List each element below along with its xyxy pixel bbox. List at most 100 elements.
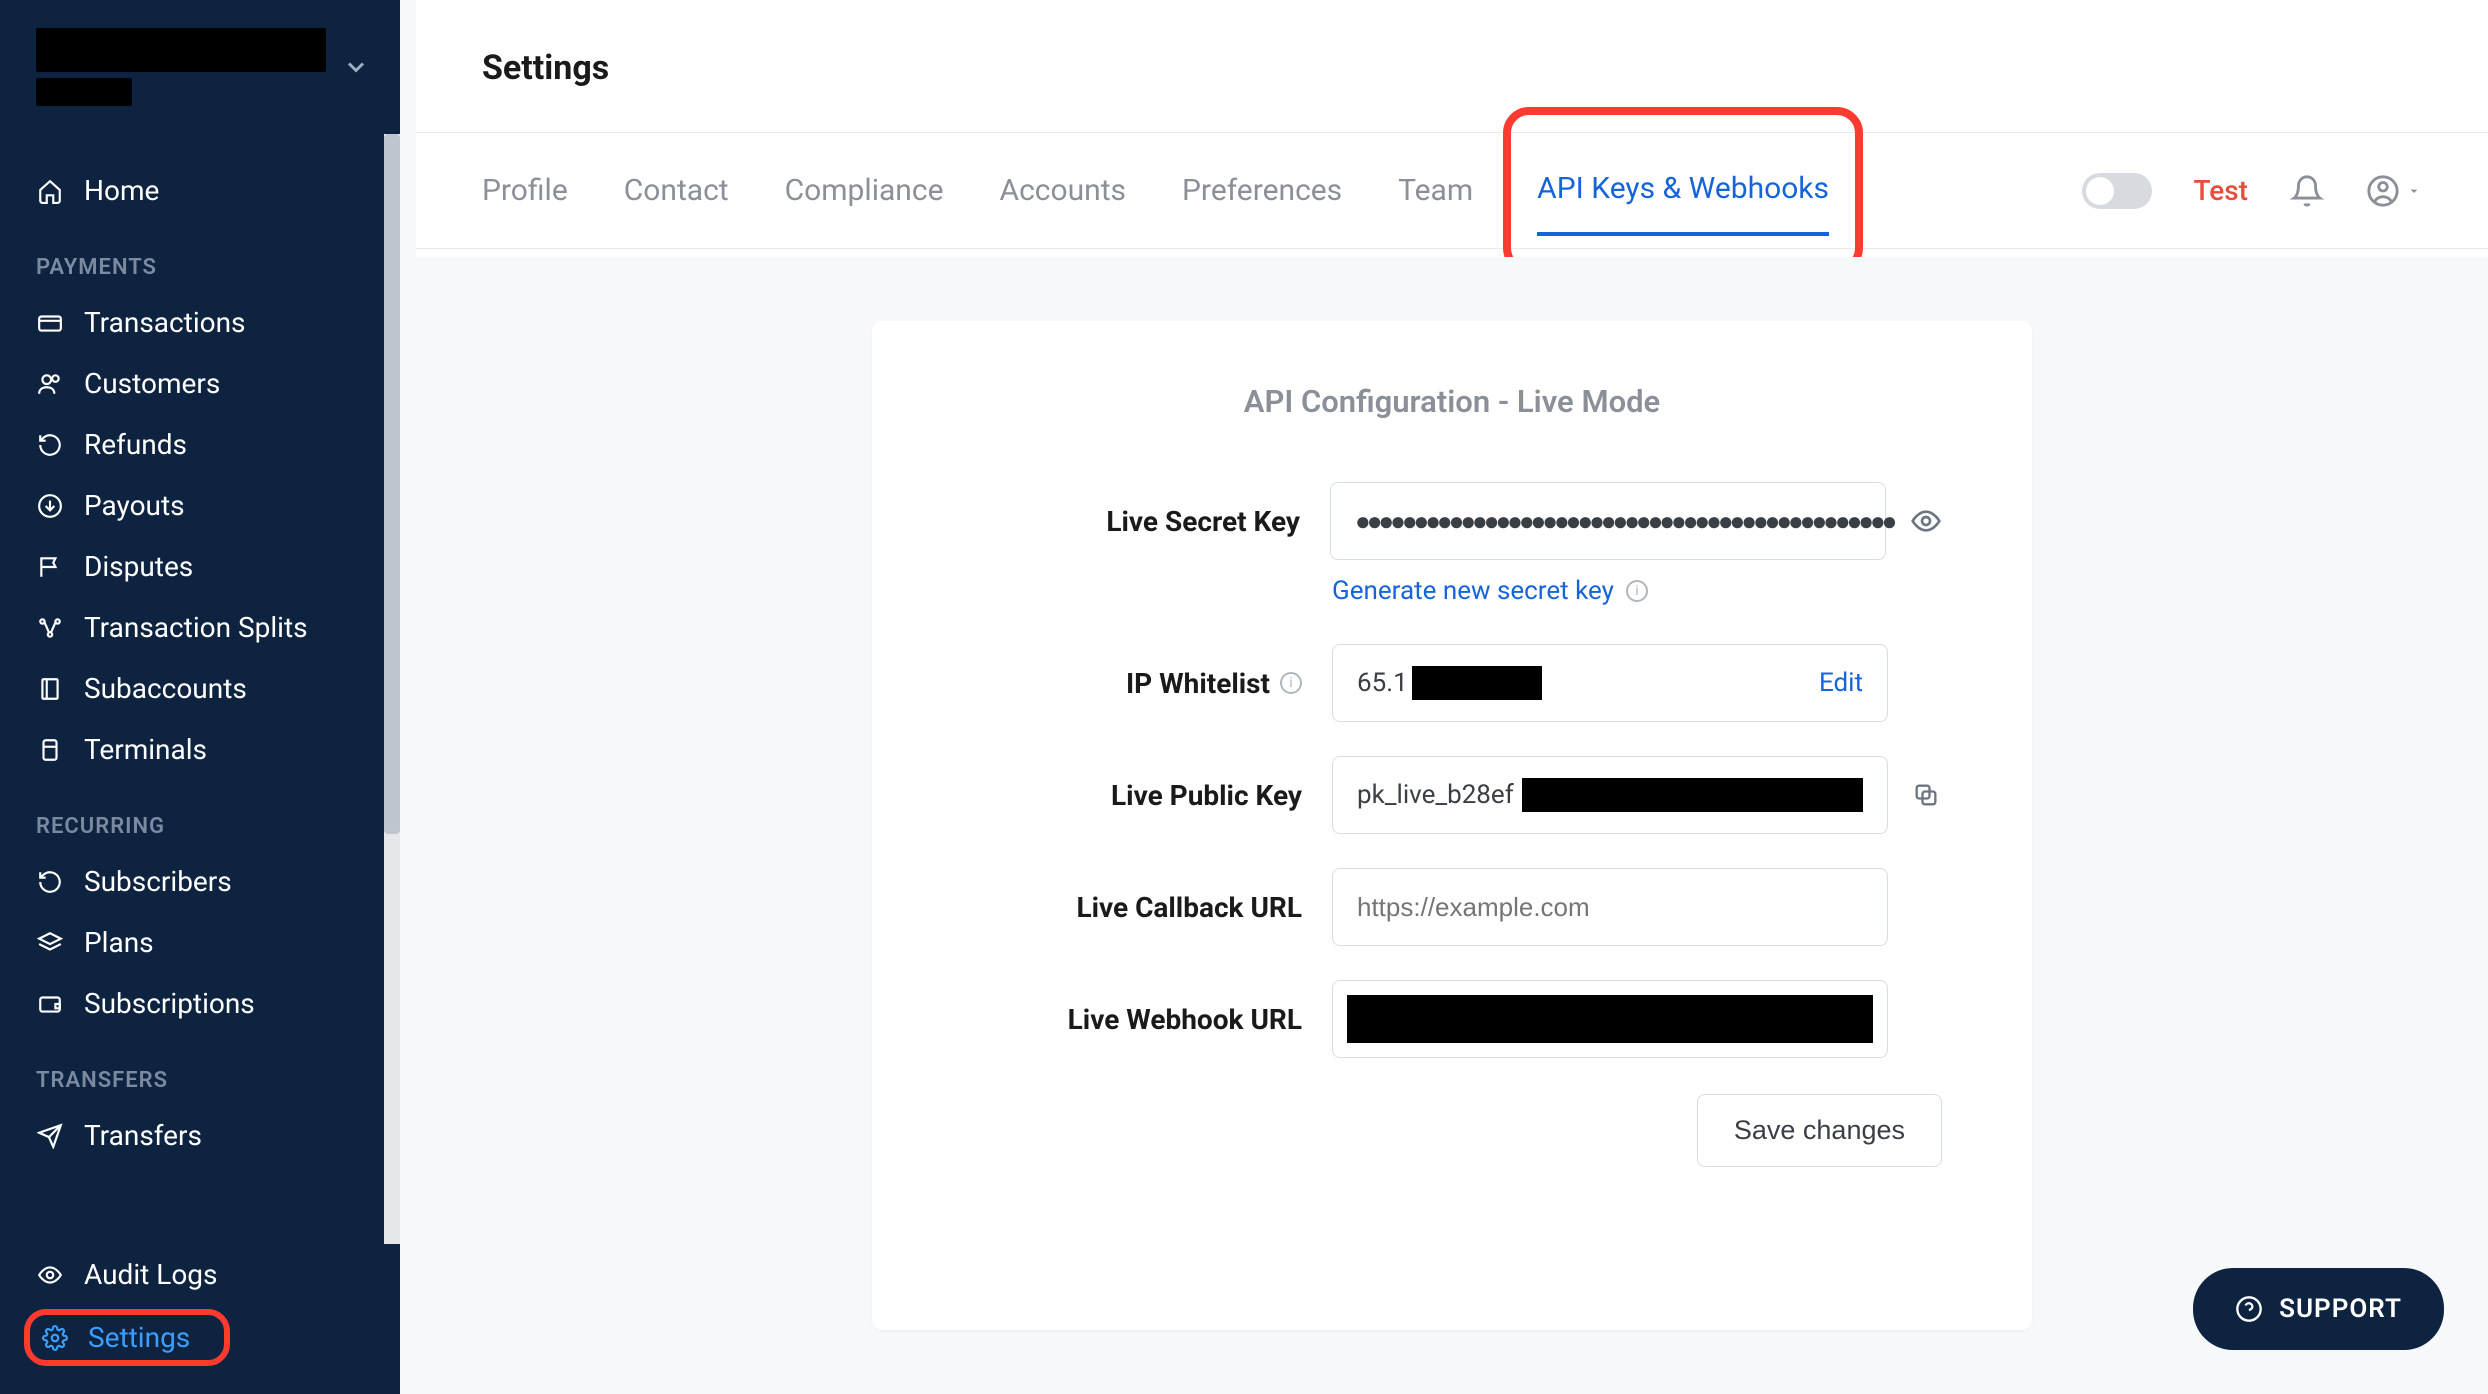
- sidebar-item-label: Audit Logs: [84, 1258, 217, 1291]
- sidebar-item-label: Terminals: [84, 733, 207, 766]
- sidebar-item-settings[interactable]: Settings: [24, 1309, 230, 1366]
- card-title: API Configuration - Live Mode: [962, 383, 1942, 420]
- toggle-knob: [2086, 177, 2114, 205]
- main: Settings Profile Contact Compliance Acco…: [416, 0, 2488, 1394]
- sidebar-item-transfers[interactable]: Transfers: [0, 1105, 400, 1166]
- input-callback-url[interactable]: [1332, 868, 1888, 946]
- sidebar-item-label: Subaccounts: [84, 672, 247, 705]
- api-config-card: API Configuration - Live Mode Live Secre…: [872, 321, 2032, 1330]
- label-public-key: Live Public Key: [962, 779, 1332, 812]
- info-icon: i: [1626, 580, 1648, 602]
- sidebar-item-label: Plans: [84, 926, 154, 959]
- generate-link-text: Generate new secret key: [1332, 576, 1614, 606]
- send-icon: [36, 1123, 64, 1149]
- layers-icon: [36, 930, 64, 956]
- org-switcher[interactable]: [0, 0, 400, 134]
- sidebar-item-transactions[interactable]: Transactions: [0, 292, 400, 353]
- sidebar-item-home[interactable]: Home: [0, 160, 400, 221]
- undo-icon: [36, 432, 64, 458]
- sidebar-item-transaction-splits[interactable]: Transaction Splits: [0, 597, 400, 658]
- input-public-key[interactable]: pk_live_b28ef: [1332, 756, 1888, 834]
- ip-whitelist-prefix: 65.1: [1357, 668, 1408, 698]
- input-ip-whitelist[interactable]: 65.1 Edit: [1332, 644, 1888, 722]
- sidebar-item-terminals[interactable]: Terminals: [0, 719, 400, 780]
- tab-api-keys[interactable]: API Keys & Webhooks: [1537, 133, 1829, 244]
- section-label-recurring: RECURRING: [0, 780, 400, 851]
- sidebar-item-label: Disputes: [84, 550, 193, 583]
- help-icon: [2235, 1295, 2263, 1323]
- reveal-secret-icon[interactable]: [1910, 505, 1942, 537]
- sidebar-item-subscriptions[interactable]: Subscriptions: [0, 973, 400, 1034]
- label-secret-key: Live Secret Key: [962, 505, 1330, 538]
- sidebar-item-label: Settings: [88, 1321, 190, 1354]
- sidebar-item-label: Transaction Splits: [84, 611, 308, 644]
- label-callback-url: Live Callback URL: [962, 891, 1332, 924]
- sidebar-item-subaccounts[interactable]: Subaccounts: [0, 658, 400, 719]
- bell-icon[interactable]: [2290, 174, 2324, 208]
- eye-icon: [36, 1262, 64, 1288]
- generate-secret-link[interactable]: Generate new secret key i: [1332, 576, 1942, 606]
- tab-team[interactable]: Team: [1398, 135, 1473, 246]
- copy-icon[interactable]: [1912, 781, 1940, 809]
- sidebar-item-subscribers[interactable]: Subscribers: [0, 851, 400, 912]
- sidebar-item-label: Transfers: [84, 1119, 202, 1152]
- webhook-url-redacted: [1347, 995, 1873, 1043]
- tab-profile[interactable]: Profile: [482, 135, 568, 246]
- support-label: SUPPORT: [2279, 1294, 2402, 1324]
- tab-contact[interactable]: Contact: [624, 135, 729, 246]
- row-secret-key: Live Secret Key ●●●●●●●●●●●●●●●●●●●●●●●●…: [962, 482, 1942, 560]
- sidebar-item-label: Home: [84, 174, 159, 207]
- org-name-redacted: [36, 28, 326, 72]
- page-title: Settings: [416, 0, 2488, 133]
- save-button[interactable]: Save changes: [1697, 1094, 1942, 1167]
- download-icon: [36, 493, 64, 519]
- section-label-transfers: TRANSFERS: [0, 1034, 400, 1105]
- sidebar-item-payouts[interactable]: Payouts: [0, 475, 400, 536]
- public-key-prefix: pk_live_b28ef: [1357, 780, 1514, 810]
- sidebar-item-audit-logs[interactable]: Audit Logs: [0, 1244, 400, 1305]
- sidebar-item-label: Subscriptions: [84, 987, 255, 1020]
- org-sub-redacted: [36, 78, 132, 106]
- edit-ip-link[interactable]: Edit: [1819, 668, 1863, 698]
- scrollbar[interactable]: [384, 134, 400, 1244]
- callback-url-field[interactable]: [1357, 892, 1863, 923]
- info-icon: i: [1280, 672, 1302, 694]
- tab-accounts[interactable]: Accounts: [1000, 135, 1127, 246]
- input-webhook-url[interactable]: [1332, 980, 1888, 1058]
- tab-preferences[interactable]: Preferences: [1182, 135, 1342, 246]
- row-public-key: Live Public Key pk_live_b28ef: [962, 756, 1942, 834]
- sidebar-scroll: Home PAYMENTS Transactions Customers Ref…: [0, 134, 400, 1244]
- public-key-redacted: [1522, 778, 1863, 812]
- user-menu[interactable]: [2366, 174, 2422, 208]
- test-mode-toggle[interactable]: [2082, 173, 2152, 209]
- sidebar-item-customers[interactable]: Customers: [0, 353, 400, 414]
- wallet-icon: [36, 991, 64, 1017]
- ip-redacted: [1412, 666, 1542, 700]
- flag-icon: [36, 554, 64, 580]
- sidebar-item-label: Refunds: [84, 428, 187, 461]
- sidebar-item-disputes[interactable]: Disputes: [0, 536, 400, 597]
- content: API Configuration - Live Mode Live Secre…: [416, 257, 2488, 1394]
- gear-icon: [42, 1325, 68, 1351]
- scrollbar-thumb[interactable]: [384, 134, 400, 834]
- sidebar-item-label: Payouts: [84, 489, 185, 522]
- book-icon: [36, 676, 64, 702]
- sidebar-item-refunds[interactable]: Refunds: [0, 414, 400, 475]
- sidebar-item-plans[interactable]: Plans: [0, 912, 400, 973]
- tabs: Profile Contact Compliance Accounts Pref…: [416, 133, 2488, 249]
- tab-api-keys-highlight: API Keys & Webhooks: [1503, 107, 1863, 274]
- label-text: IP Whitelist: [1126, 667, 1270, 700]
- sidebar: Home PAYMENTS Transactions Customers Ref…: [0, 0, 400, 1394]
- test-mode-label: Test: [2194, 174, 2249, 207]
- tab-compliance[interactable]: Compliance: [785, 135, 944, 246]
- sidebar-item-label: Transactions: [84, 306, 246, 339]
- chevron-down-icon: [2406, 183, 2422, 199]
- support-button[interactable]: SUPPORT: [2193, 1268, 2444, 1350]
- label-ip-whitelist: IP Whitelist i: [962, 667, 1332, 700]
- secret-key-value: ●●●●●●●●●●●●●●●●●●●●●●●●●●●●●●●●●●●●●●●●…: [1355, 506, 1893, 537]
- home-icon: [36, 178, 64, 204]
- sidebar-item-label: Subscribers: [84, 865, 232, 898]
- row-callback-url: Live Callback URL: [962, 868, 1942, 946]
- row-ip-whitelist: IP Whitelist i 65.1 Edit: [962, 644, 1942, 722]
- input-secret-key[interactable]: ●●●●●●●●●●●●●●●●●●●●●●●●●●●●●●●●●●●●●●●●…: [1330, 482, 1886, 560]
